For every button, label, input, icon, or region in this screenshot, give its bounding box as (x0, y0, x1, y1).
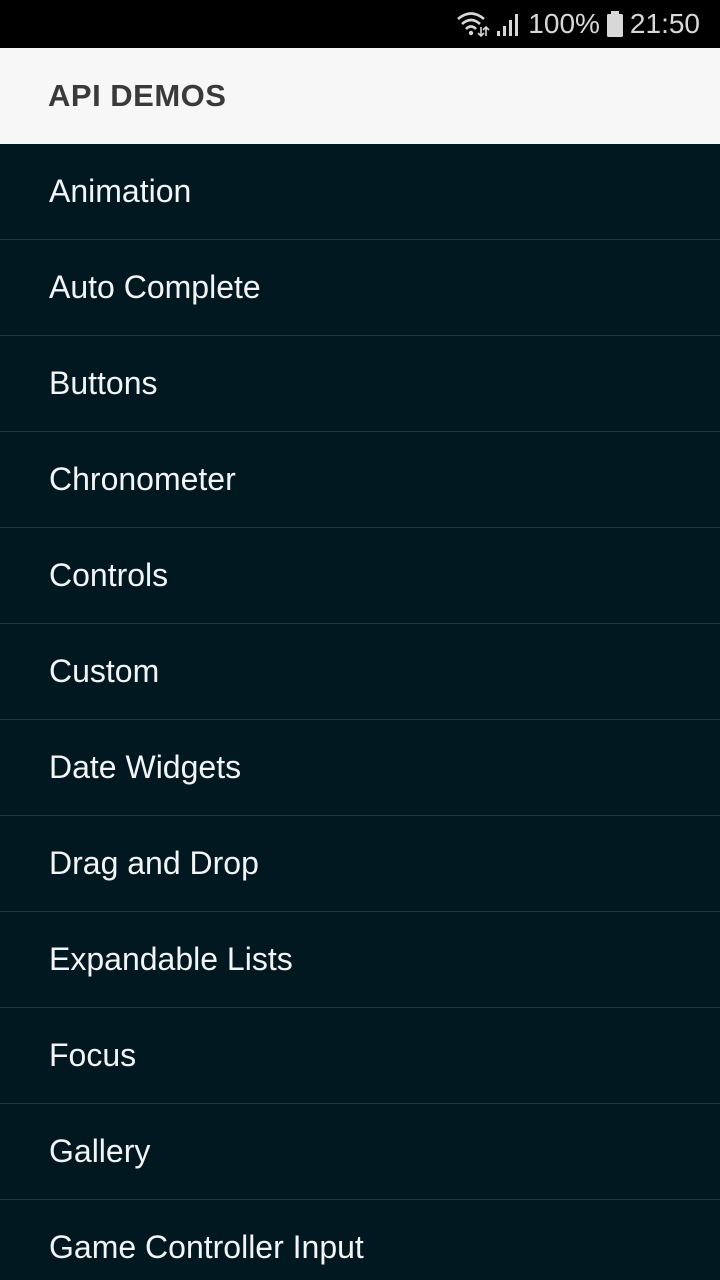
list-item[interactable]: Custom (0, 624, 720, 720)
list-item-label: Animation (49, 173, 192, 209)
list-item[interactable]: Focus (0, 1008, 720, 1104)
status-icons: 100% 21:50 (456, 0, 700, 48)
list-item-label: Buttons (49, 365, 158, 401)
action-bar: API DEMOS (0, 48, 720, 144)
page-title: API DEMOS (48, 78, 227, 113)
demo-list[interactable]: Animation Auto Complete Buttons Chronome… (0, 144, 720, 1280)
list-item[interactable]: Buttons (0, 336, 720, 432)
list-item[interactable]: Date Widgets (0, 720, 720, 816)
list-item[interactable]: Chronometer (0, 432, 720, 528)
list-item-label: Controls (49, 557, 169, 593)
list-item-label: Game Controller Input (49, 1229, 364, 1265)
list-item-label: Chronometer (49, 461, 236, 497)
list-item[interactable]: Expandable Lists (0, 912, 720, 1008)
status-bar: 100% 21:50 (0, 0, 720, 48)
list-item[interactable]: Drag and Drop (0, 816, 720, 912)
list-item[interactable]: Controls (0, 528, 720, 624)
list-item[interactable]: Gallery (0, 1104, 720, 1200)
list-item-label: Auto Complete (49, 269, 261, 305)
list-item[interactable]: Auto Complete (0, 240, 720, 336)
list-item-label: Drag and Drop (49, 845, 259, 881)
wifi-icon (456, 10, 490, 38)
list-item-label: Date Widgets (49, 749, 242, 785)
signal-icon (496, 10, 522, 38)
battery-icon (606, 10, 624, 38)
list-item-label: Gallery (49, 1133, 151, 1169)
battery-percent: 100% (528, 8, 600, 39)
list-item[interactable]: Game Controller Input (0, 1200, 720, 1280)
list-item-label: Focus (49, 1037, 137, 1073)
list-item-label: Expandable Lists (49, 941, 293, 977)
list-item-label: Custom (49, 653, 160, 689)
clock: 21:50 (629, 8, 700, 39)
list-item[interactable]: Animation (0, 144, 720, 240)
